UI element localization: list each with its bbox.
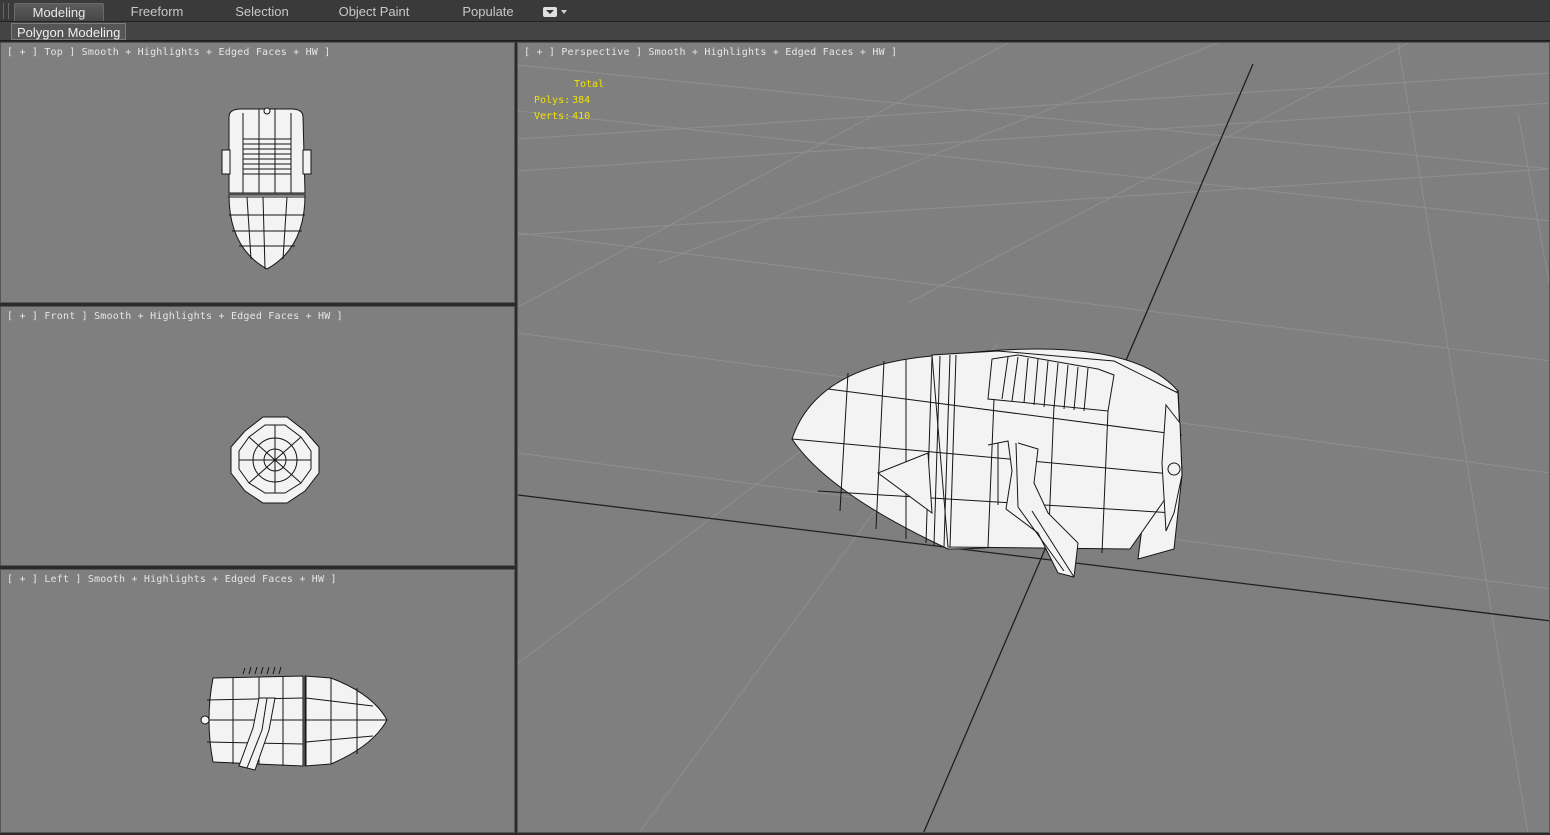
top-view-mesh	[221, 107, 312, 270]
viewport-left[interactable]: [ + ] Left ] Smooth + Highlights + Edged…	[0, 569, 515, 833]
stats-verts-value: 410	[572, 111, 591, 122]
polygon-modeling-button[interactable]: Polygon Modeling	[11, 23, 127, 40]
tab-selection[interactable]: Selection	[222, 3, 302, 21]
ribbon-panel: Polygon Modeling	[0, 22, 1550, 41]
viewport-perspective[interactable]: [ + ] Perspective ] Smooth + Highlights …	[517, 42, 1550, 833]
toolbar-grip[interactable]	[3, 3, 9, 19]
viewport-top[interactable]: [ + ] Top ] Smooth + Highlights + Edged …	[0, 42, 515, 303]
tab-freeform[interactable]: Freeform	[118, 3, 196, 21]
viewport-label-left[interactable]: [ + ] Left ] Smooth + Highlights + Edged…	[7, 574, 337, 585]
viewport-label-top[interactable]: [ + ] Top ] Smooth + Highlights + Edged …	[7, 47, 330, 58]
statistics-overlay: Total Polys: 384 Verts: 410	[534, 77, 604, 125]
stats-header: Total	[574, 79, 605, 90]
tab-populate[interactable]: Populate	[448, 3, 528, 21]
stats-polys-row: Polys: 384	[534, 93, 604, 109]
ribbon-options-dropdown[interactable]	[543, 6, 569, 18]
perspective-mesh	[791, 348, 1183, 578]
left-view-mesh	[200, 666, 388, 771]
viewport-front[interactable]: [ + ] Front ] Smooth + Highlights + Edge…	[0, 306, 515, 566]
viewport-label-front[interactable]: [ + ] Front ] Smooth + Highlights + Edge…	[7, 311, 343, 322]
ribbon-options-icon	[543, 7, 557, 17]
front-view-mesh	[230, 416, 320, 504]
chevron-down-icon	[561, 10, 567, 14]
stats-verts-row: Verts: 410	[534, 109, 604, 125]
viewport-label-perspective[interactable]: [ + ] Perspective ] Smooth + Highlights …	[524, 47, 897, 58]
stats-polys-value: 384	[572, 95, 591, 106]
stats-polys-label: Polys:	[534, 95, 571, 106]
ribbon-tab-bar: Modeling Freeform Selection Object Paint…	[0, 0, 1550, 22]
perspective-grid	[518, 43, 1549, 832]
tab-object-paint[interactable]: Object Paint	[306, 3, 442, 21]
tab-modeling[interactable]: Modeling	[14, 3, 104, 21]
stats-verts-label: Verts:	[534, 111, 571, 122]
